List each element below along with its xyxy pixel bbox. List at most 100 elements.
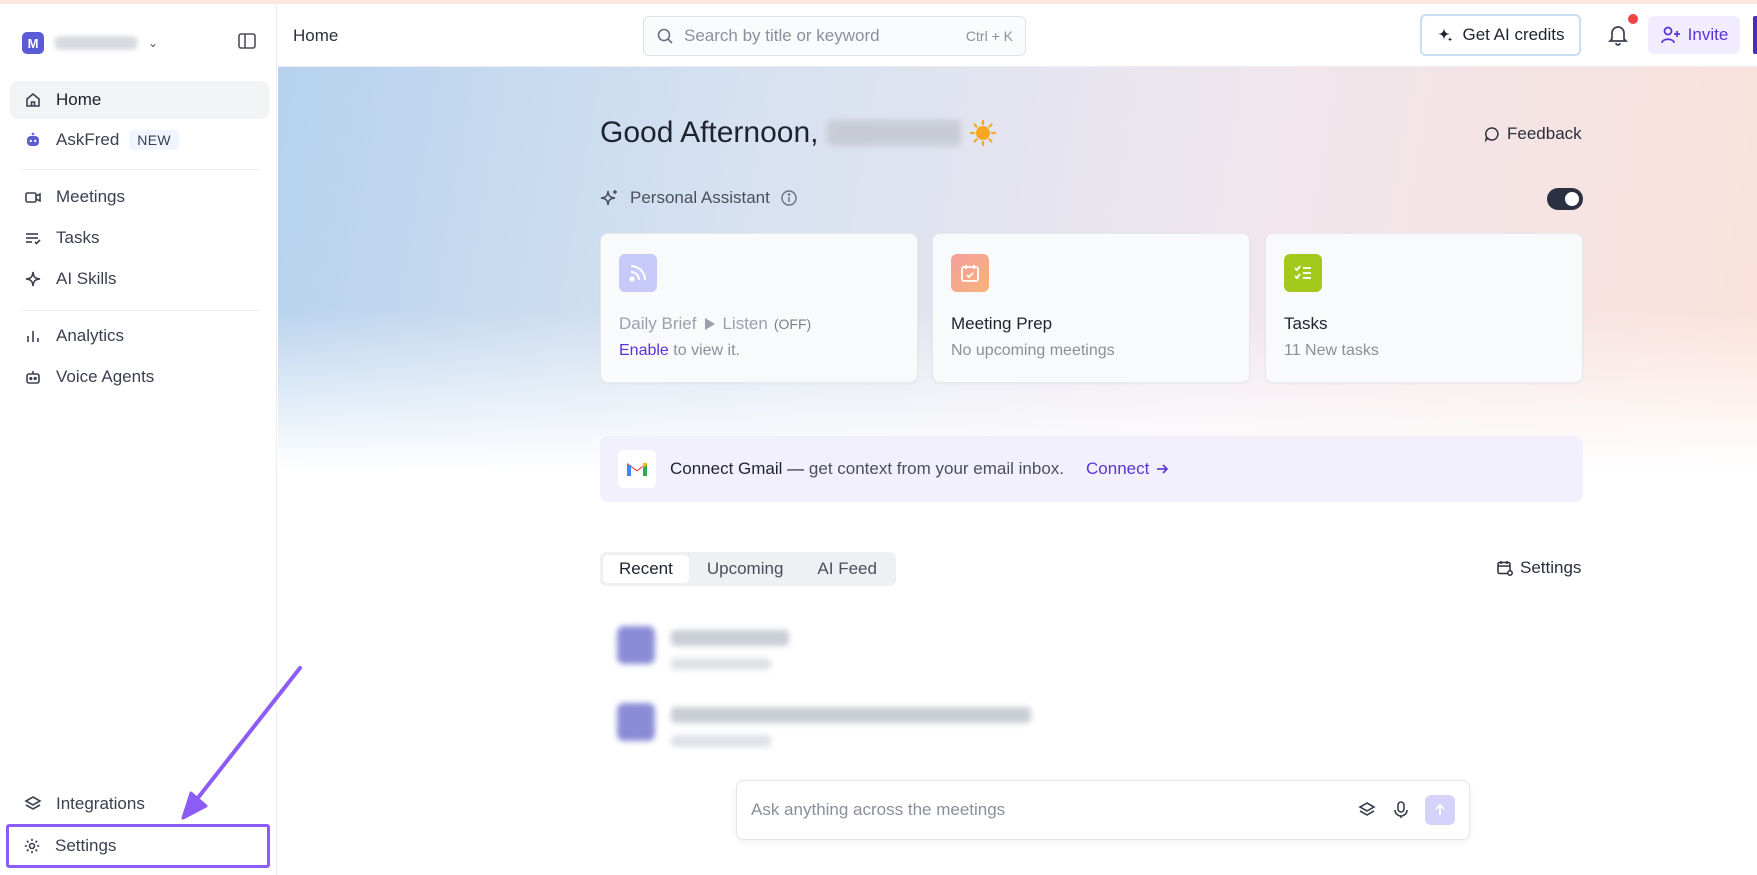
connect-label: Connect — [1086, 459, 1150, 478]
tasks-icon — [26, 233, 41, 245]
workspace-avatar: M — [22, 32, 44, 54]
list-settings-button[interactable]: Settings — [1496, 558, 1581, 578]
list-settings-label: Settings — [1520, 558, 1582, 577]
sidebar-divider — [22, 310, 260, 311]
video-icon — [25, 192, 41, 203]
arrow-right-icon — [1157, 464, 1169, 474]
add-user-icon — [1660, 26, 1680, 44]
checklist-icon — [1284, 254, 1322, 292]
daily-brief-title-row: Daily Brief Listen (OFF) — [619, 314, 811, 334]
layers-icon — [24, 796, 42, 810]
sun-icon — [969, 119, 996, 147]
sidebar-item-label: Meetings — [56, 187, 125, 206]
top-header: Home Search by title or keyword Ctrl + K… — [278, 4, 1757, 67]
search-icon — [657, 28, 673, 44]
connect-gmail-link[interactable]: Connect — [1086, 459, 1169, 479]
get-ai-credits-button[interactable]: Get AI credits — [1420, 14, 1581, 56]
card-subtitle: 11 New tasks — [1284, 342, 1379, 359]
cropped-header-button — [1753, 16, 1757, 54]
card-subtitle: Enable to view it. — [619, 342, 740, 360]
meeting-prep-card[interactable]: Meeting Prep No upcoming meetings — [932, 233, 1250, 383]
arrow-up-icon — [1435, 803, 1445, 815]
home-icon — [26, 92, 40, 107]
meeting-icon — [617, 626, 655, 664]
greeting-text: Good Afternoon, — [600, 116, 819, 149]
invite-label: Invite — [1687, 25, 1729, 44]
sidebar-item-label: Home — [56, 90, 102, 109]
card-subtitle: No upcoming meetings — [951, 342, 1115, 359]
personal-assistant-label: Personal Assistant — [630, 188, 770, 207]
sidebar-item-integrations[interactable]: Integrations — [10, 785, 269, 823]
search-input[interactable]: Search by title or keyword Ctrl + K — [643, 16, 1026, 56]
chat-bubble-icon — [1484, 127, 1499, 142]
invite-button[interactable]: Invite — [1648, 16, 1740, 54]
sidebar-item-label: Settings — [55, 836, 117, 855]
new-badge: NEW — [129, 130, 179, 150]
sparkle-icon — [25, 271, 41, 287]
gmail-banner-description: get context from your email inbox. — [808, 459, 1065, 478]
sidebar-item-meetings[interactable]: Meetings — [10, 178, 269, 216]
sidebar-item-tasks[interactable]: Tasks — [10, 219, 269, 257]
sidebar-toggle-icon[interactable] — [236, 30, 258, 52]
bot-icon — [26, 371, 40, 384]
meeting-meta-redacted — [671, 735, 771, 747]
sidebar-item-voice-agents[interactable]: Voice Agents — [10, 358, 269, 396]
listen-button[interactable]: Listen (OFF) — [704, 314, 811, 334]
play-icon — [705, 318, 716, 330]
sidebar-item-settings[interactable]: Settings — [6, 824, 270, 868]
sidebar-item-label: Integrations — [56, 794, 145, 813]
bell-icon[interactable] — [1605, 22, 1631, 48]
chevron-down-icon: ⌄ — [148, 36, 159, 50]
sidebar-item-ai-skills[interactable]: AI Skills — [10, 260, 269, 298]
card-title: Meeting Prep — [951, 314, 1053, 333]
feedback-button[interactable]: Feedback — [1484, 124, 1582, 144]
sparkle-icon — [1438, 28, 1453, 42]
gmail-banner-title: Connect Gmail — — [670, 459, 805, 478]
layers-icon[interactable] — [1357, 800, 1377, 820]
sidebar-item-label: AI Skills — [56, 269, 117, 288]
gmail-icon — [618, 450, 656, 488]
gear-icon — [24, 838, 40, 854]
credits-label: Get AI credits — [1462, 25, 1565, 44]
rss-icon — [619, 254, 657, 292]
sidebar-item-label: Analytics — [56, 326, 125, 345]
microphone-icon[interactable] — [1391, 800, 1411, 820]
bar-chart-icon — [27, 331, 39, 342]
search-placeholder: Search by title or keyword — [684, 26, 880, 45]
sidebar-item-analytics[interactable]: Analytics — [10, 317, 269, 355]
ask-input[interactable]: Ask anything across the meetings — [736, 780, 1470, 840]
list-item[interactable] — [617, 626, 789, 670]
sidebar-item-home[interactable]: Home — [10, 81, 269, 119]
meeting-icon — [617, 703, 655, 741]
daily-brief-card[interactable]: Daily Brief Listen (OFF) Enable to view … — [600, 233, 918, 383]
meetings-tabs: Recent Upcoming AI Feed — [600, 552, 896, 586]
enable-link[interactable]: Enable — [619, 342, 669, 359]
info-icon[interactable] — [780, 189, 798, 207]
meeting-meta-redacted — [671, 658, 771, 670]
user-name-redacted — [826, 120, 961, 146]
breadcrumb: Home — [293, 26, 339, 45]
sidebar-item-label: AskFred — [56, 130, 120, 149]
connect-gmail-banner: Connect Gmail — get context from your em… — [600, 436, 1583, 502]
tasks-card[interactable]: Tasks 11 New tasks — [1265, 233, 1583, 383]
listen-label: Listen — [722, 314, 768, 333]
list-item[interactable] — [617, 703, 1031, 747]
notification-dot — [1628, 14, 1638, 24]
card-title: Daily Brief — [619, 314, 697, 333]
sidebar-item-askfred[interactable]: AskFred NEW — [10, 121, 269, 159]
ask-placeholder: Ask anything across the meetings — [751, 800, 1006, 819]
personal-assistant-toggle[interactable] — [1547, 188, 1583, 210]
sidebar-item-label: Voice Agents — [56, 367, 155, 386]
tab-ai-feed[interactable]: AI Feed — [801, 555, 893, 583]
sidebar: M ⌄ Home AskFred NEW Meetings Tasks AI S… — [0, 4, 277, 875]
card-title: Tasks — [1284, 314, 1328, 333]
tab-recent[interactable]: Recent — [603, 555, 689, 583]
tab-upcoming[interactable]: Upcoming — [691, 555, 800, 583]
workspace-switcher[interactable]: M ⌄ — [22, 28, 158, 58]
send-button[interactable] — [1425, 795, 1455, 825]
listen-state: (OFF) — [773, 316, 812, 332]
calendar-settings-icon — [1497, 561, 1513, 576]
sparkle-icon — [600, 190, 617, 206]
workspace-name-redacted — [54, 36, 138, 50]
meeting-title-redacted — [671, 707, 1031, 723]
